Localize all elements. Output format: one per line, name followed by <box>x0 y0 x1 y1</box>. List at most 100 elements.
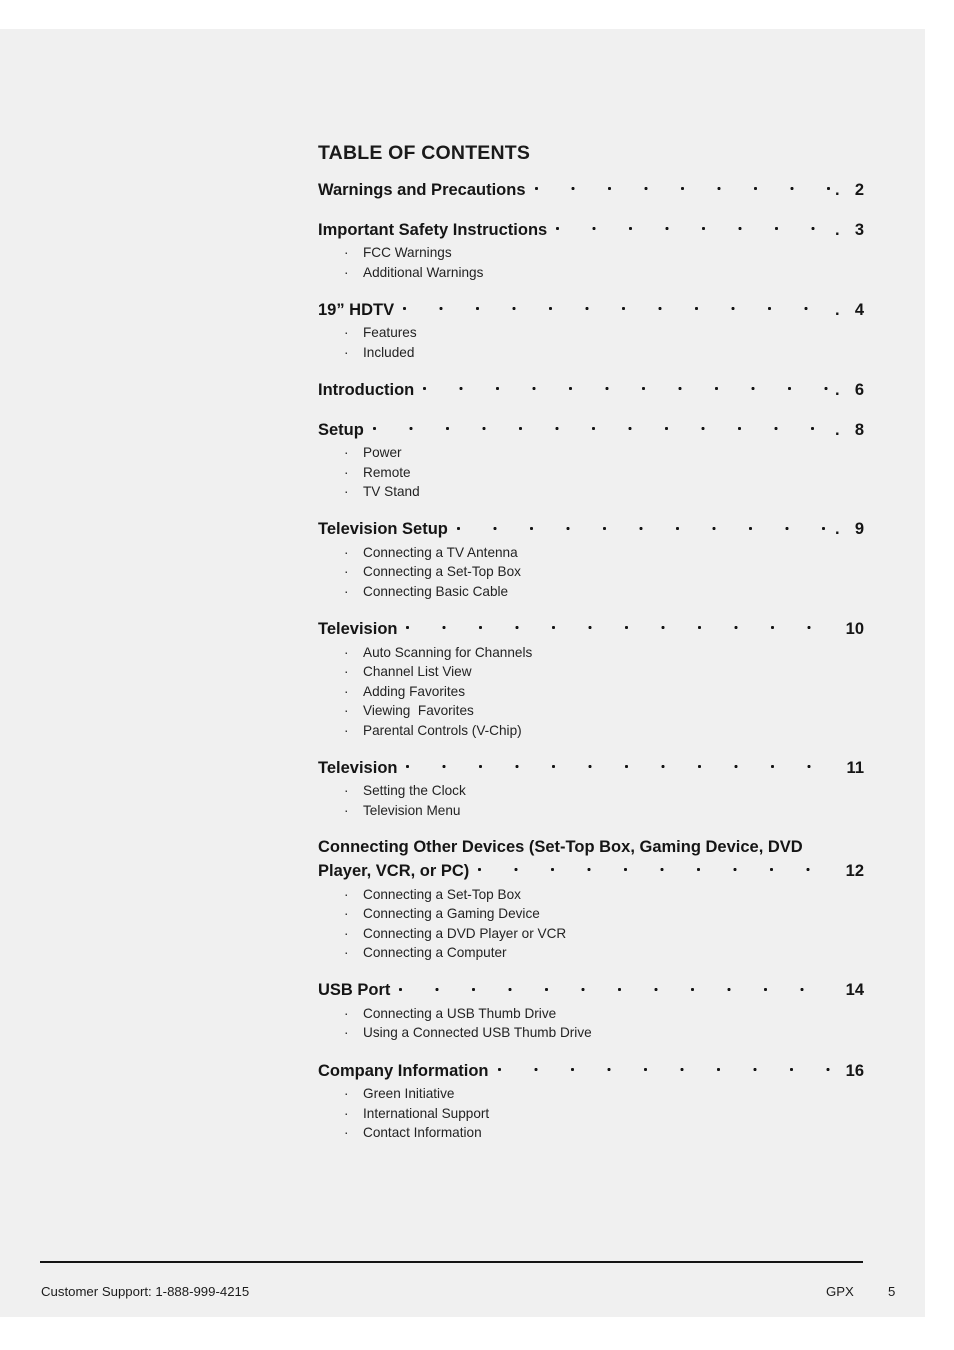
toc-subitem[interactable]: · Television Menu <box>318 801 864 821</box>
toc-subitem[interactable]: · Adding Favorites <box>318 682 864 702</box>
bullet-icon: · <box>344 1085 349 1101</box>
leader-tail-dot: . <box>835 420 840 439</box>
toc-subitem[interactable]: · FCC Warnings <box>318 243 864 263</box>
toc-subitem-label: Connecting a Set-Top Box <box>363 564 521 580</box>
toc-entry-title-line-1: Connecting Other Devices (Set-Top Box, G… <box>318 838 803 857</box>
toc-subitem[interactable]: · Green Initiative <box>318 1084 864 1104</box>
bullet-icon: · <box>344 344 349 360</box>
bullet-icon: · <box>344 1105 349 1121</box>
toc-subitem[interactable]: · Included <box>318 343 864 363</box>
toc-subitem[interactable]: · Power <box>318 443 864 463</box>
toc-subitem[interactable]: · Parental Controls (V-Chip) <box>318 721 864 741</box>
toc-entry-page-number: 2 <box>854 180 864 199</box>
toc-subitem[interactable]: · Setting the Clock <box>318 781 864 801</box>
toc-subitem-label: Power <box>363 445 402 461</box>
leader-dots <box>497 1059 832 1076</box>
toc-subitem-label: Connecting a Gaming Device <box>363 906 540 922</box>
toc-subitem[interactable]: · Connecting a Set-Top Box <box>318 562 864 582</box>
page-footer: Customer Support: 1-888-999-4215 GPX 5 <box>0 1261 925 1317</box>
toc-entry-page-number: 16 <box>845 1061 864 1080</box>
leader-tail-dot: . <box>835 300 840 319</box>
toc-entry[interactable]: USB Port.14 <box>318 979 864 1003</box>
toc-subitem[interactable]: · Connecting a Gaming Device <box>318 904 864 924</box>
toc-subitem-list: · Features · Included <box>318 323 864 362</box>
toc-subitem-list: · Connecting a TV Antenna · Connecting a Se… <box>318 543 864 602</box>
toc-subitem-label: Green Initiative <box>363 1085 455 1101</box>
leader-dots <box>406 618 832 635</box>
toc-entry-title-line-2: Player, VCR, or PC).12 <box>318 860 864 884</box>
toc-section: Television.11 · Setting the Clock · Televisi… <box>318 756 864 820</box>
leader-tail-dot: . <box>835 220 840 239</box>
toc-subitem[interactable]: · TV Stand <box>318 482 864 502</box>
toc-subitem-list: · Connecting a Set-Top Box · Connecting a G… <box>318 885 864 963</box>
toc-section: Warnings and Precautions. 2 <box>318 178 864 202</box>
toc-entry[interactable]: Connecting Other Devices (Set-Top Box, G… <box>318 836 864 883</box>
toc-subitem[interactable]: · Connecting a TV Antenna <box>318 543 864 563</box>
toc-entry-page-number: 9 <box>854 520 864 539</box>
toc-entry-page-number: 4 <box>854 300 864 319</box>
bullet-icon: · <box>344 264 349 280</box>
toc-entry-page-number: 11 <box>846 758 864 777</box>
toc-entry[interactable]: 19” HDTV. 4 <box>318 298 864 322</box>
toc-subitem[interactable]: · Features <box>318 323 864 343</box>
toc-section: Setup. 8 · Power · Remote · TV Stand <box>318 418 864 502</box>
bullet-icon: · <box>344 1005 349 1021</box>
toc-entry[interactable]: Television.11 <box>318 756 864 780</box>
toc-subitem[interactable]: · Using a Connected USB Thumb Drive <box>318 1023 864 1043</box>
toc-subitem-list: · Auto Scanning for Channels · Channel List… <box>318 643 864 741</box>
toc-subitem-label: Remote <box>363 464 411 480</box>
toc-subitem[interactable]: · Viewing Favorites <box>318 701 864 721</box>
toc-entry[interactable]: Company Information.16 <box>318 1059 864 1083</box>
toc-subitem-label: Parental Controls (V-Chip) <box>363 722 522 738</box>
toc-entry[interactable]: Setup. 8 <box>318 418 864 442</box>
toc-subitem[interactable]: · Connecting a USB Thumb Drive <box>318 1004 864 1024</box>
leader-dots <box>478 860 832 877</box>
toc-subitem[interactable]: · Connecting Basic Cable <box>318 582 864 602</box>
toc-subitem[interactable]: · Connecting a Computer <box>318 943 864 963</box>
bullet-icon: · <box>344 925 349 941</box>
toc-section: Connecting Other Devices (Set-Top Box, G… <box>318 836 864 963</box>
bullet-icon: · <box>344 802 349 818</box>
leader-dots <box>403 298 832 315</box>
toc-subitem-label: Connecting Basic Cable <box>363 584 509 600</box>
bullet-icon: · <box>344 886 349 902</box>
toc-subitem[interactable]: · Contact Information <box>318 1123 864 1143</box>
bullet-icon: · <box>344 703 349 719</box>
toc-subitem-label: Connecting a TV Antenna <box>363 544 518 560</box>
bullet-icon: · <box>344 722 349 738</box>
toc-entry-page-number: 10 <box>845 620 864 639</box>
toc-entry-title: Television <box>318 620 398 639</box>
toc-subitem-label: Contact Information <box>363 1125 482 1141</box>
toc-subitem[interactable]: · Channel List View <box>318 662 864 682</box>
toc-subitem[interactable]: · Connecting a Set-Top Box <box>318 885 864 905</box>
toc-subitem-label: Auto Scanning for Channels <box>363 644 533 660</box>
toc-section-list: Warnings and Precautions. 2 Important Safe… <box>318 178 864 1142</box>
bullet-icon: · <box>344 644 349 660</box>
leader-dots <box>399 979 832 996</box>
toc-subitem-label: Connecting a Computer <box>363 945 507 961</box>
toc-entry[interactable]: Warnings and Precautions. 2 <box>318 178 864 202</box>
toc-entry[interactable]: Important Safety Instructions. 3 <box>318 218 864 242</box>
toc-section: Television.10 · Auto Scanning for Channels… <box>318 618 864 741</box>
leader-tail-dot: . <box>835 380 840 399</box>
leader-dots <box>456 518 832 535</box>
toc-subitem-label: Using a Connected USB Thumb Drive <box>363 1025 592 1041</box>
bullet-icon: · <box>344 783 349 799</box>
toc-subitem[interactable]: · Additional Warnings <box>318 263 864 283</box>
bullet-icon: · <box>344 544 349 560</box>
bullet-icon: · <box>344 664 349 680</box>
toc-subitem[interactable]: · Auto Scanning for Channels <box>318 643 864 663</box>
toc-subitem-label: Channel List View <box>363 664 472 680</box>
toc-subitem-label: Connecting a Set-Top Box <box>363 886 521 902</box>
toc-subitem[interactable]: · International Support <box>318 1104 864 1124</box>
toc-subitem[interactable]: · Remote <box>318 463 864 483</box>
toc-entry[interactable]: Television Setup. 9 <box>318 518 864 542</box>
toc-entry-title: Introduction <box>318 380 415 399</box>
toc-subitem-label: Adding Favorites <box>363 683 466 699</box>
toc-subitem[interactable]: · Connecting a DVD Player or VCR <box>318 924 864 944</box>
bullet-icon: · <box>344 683 349 699</box>
toc-entry[interactable]: Introduction. 6 <box>318 378 864 402</box>
toc-entry[interactable]: Television.10 <box>318 618 864 642</box>
toc-subitem-label: Included <box>363 344 415 360</box>
toc-subitem-label: Setting the Clock <box>363 783 466 799</box>
